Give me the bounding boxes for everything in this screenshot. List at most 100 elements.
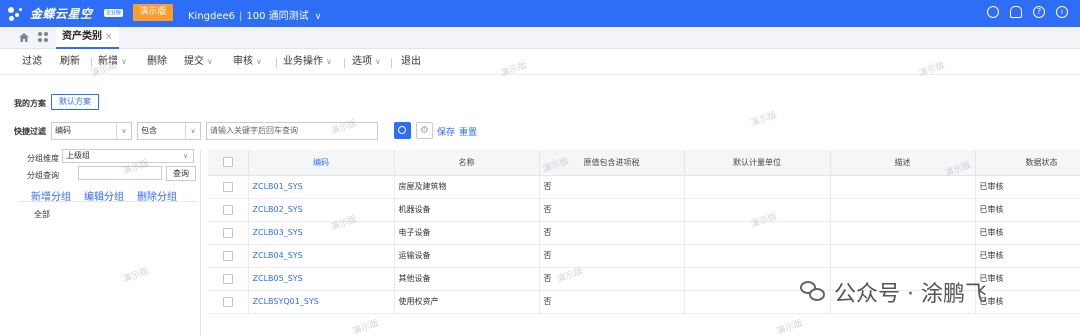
table-header-row: 编码 名称 原值包含进项税 默认计量单位 描述 数据状态 — [208, 150, 1080, 176]
cell-name: 运输设备 — [394, 244, 540, 268]
org-name: 100 通同测试 — [246, 11, 309, 22]
group-tree: 全部 — [18, 201, 198, 336]
brand-edition-badge: 企业版 — [104, 9, 124, 17]
row-checkbox[interactable] — [208, 290, 249, 314]
audit-label: 审核 — [233, 56, 253, 67]
cell-status: 已审核 — [975, 198, 1080, 222]
chevron-down-icon: ∨ — [314, 12, 322, 22]
toolbar-divider — [391, 58, 392, 68]
delete-button[interactable]: 删除 — [147, 49, 167, 75]
table-row[interactable]: ZCLB04_SYS 运输设备 否 已审核 — [208, 244, 1080, 268]
business-ops-button[interactable]: 业务操作 ∨ — [283, 49, 332, 75]
chevron-down-icon: ∨ — [185, 123, 200, 139]
column-header-desc[interactable]: 描述 — [830, 150, 976, 176]
cell-unit — [684, 221, 831, 245]
select-all-checkbox[interactable] — [208, 150, 249, 176]
column-header-status[interactable]: 数据状态 — [975, 150, 1080, 176]
cell-status: 已审核 — [975, 290, 1080, 314]
group-dimension-select[interactable]: 上级组 ∨ — [62, 149, 194, 163]
cell-status: 已审核 — [975, 221, 1080, 245]
app-grid-icon[interactable] — [38, 32, 48, 42]
submit-label: 提交 — [184, 56, 204, 67]
toolbar: 过滤 刷新 新增 ∨ 删除 提交 ∨ 审核 ∨ 业务操作 ∨ 选项 ∨ 退出 — [0, 49, 1080, 75]
column-header-tax[interactable]: 原值包含进项税 — [539, 150, 685, 176]
cell-code[interactable]: ZCLB05_SYS — [248, 267, 395, 291]
bell-icon[interactable] — [1010, 6, 1022, 18]
group-query-button[interactable]: 查询 — [166, 166, 196, 181]
row-checkbox[interactable] — [208, 267, 249, 291]
column-header-name[interactable]: 名称 — [394, 150, 540, 176]
cell-desc — [830, 175, 976, 199]
cell-name: 电子设备 — [394, 221, 540, 245]
column-header-code[interactable]: 编码 — [248, 150, 395, 176]
cell-status: 已审核 — [975, 244, 1080, 268]
help-icon[interactable]: ? — [1033, 6, 1045, 18]
org-switcher[interactable]: Kingdee6 | 100 通同测试 ∨ — [188, 7, 321, 22]
tab-label: 资产类别 — [62, 31, 102, 42]
search-button[interactable] — [394, 122, 411, 139]
row-checkbox[interactable] — [208, 198, 249, 222]
table-row[interactable]: ZCLB02_SYS 机器设备 否 已审核 — [208, 198, 1080, 222]
filter-operator-value: 包含 — [141, 126, 157, 135]
search-icon[interactable] — [987, 6, 999, 18]
filter-button[interactable]: 过滤 — [22, 49, 42, 75]
table-row[interactable]: ZCLB03_SYS 电子设备 否 已审核 — [208, 221, 1080, 245]
filter-operator-select[interactable]: 包含 ∨ — [137, 122, 201, 140]
options-button[interactable]: 选项 ∨ — [352, 49, 381, 75]
cell-code[interactable]: ZCLB04_SYS — [248, 244, 395, 268]
tree-node-all[interactable]: 全部 — [34, 209, 50, 220]
group-query-input[interactable] — [78, 166, 162, 180]
cell-name: 使用权资产 — [394, 290, 540, 314]
row-checkbox[interactable] — [208, 175, 249, 199]
cell-tax: 否 — [539, 198, 685, 222]
close-icon[interactable]: × — [105, 32, 113, 42]
tab-asset-category[interactable]: 资产类别 × — [56, 27, 119, 49]
delete-label: 删除 — [147, 56, 167, 67]
checkbox-icon — [222, 250, 233, 261]
tab-strip: 资产类别 × — [0, 27, 1080, 49]
checkbox-icon — [222, 273, 233, 284]
filter-field-value: 编码 — [55, 126, 71, 135]
filter-label: 过滤 — [22, 56, 42, 67]
cell-code[interactable]: ZCLB01_SYS — [248, 175, 395, 199]
cell-tax: 否 — [539, 290, 685, 314]
home-icon[interactable] — [19, 33, 29, 42]
kingdee-logo-icon — [6, 5, 26, 23]
row-checkbox[interactable] — [208, 244, 249, 268]
submit-button[interactable]: 提交 ∨ — [184, 49, 213, 75]
checkbox-icon — [222, 204, 233, 215]
cell-code[interactable]: ZCLB03_SYS — [248, 221, 395, 245]
group-dimension-value: 上级组 — [66, 151, 90, 160]
refresh-button[interactable]: 刷新 — [60, 49, 80, 75]
column-header-unit[interactable]: 默认计量单位 — [684, 150, 831, 176]
chevron-down-icon: ∨ — [256, 57, 262, 66]
audit-button[interactable]: 审核 ∨ — [233, 49, 262, 75]
add-button[interactable]: 新增 ∨ — [98, 49, 127, 75]
chevron-down-icon: ∨ — [121, 57, 127, 66]
wechat-icon — [800, 281, 826, 303]
options-label: 选项 — [352, 56, 372, 67]
quick-search-input[interactable]: 请输入关键字后回车查询 — [206, 122, 378, 140]
cell-code[interactable]: ZCLBSYQ01_SYS — [248, 290, 395, 314]
cell-status: 已审核 — [975, 267, 1080, 291]
group-query-label: 分组查询 — [27, 171, 59, 180]
power-icon[interactable]: ı — [1056, 6, 1068, 18]
exit-button[interactable]: 退出 — [401, 49, 421, 75]
cell-name: 其他设备 — [394, 267, 540, 291]
demo-version-button[interactable]: 演示版 — [133, 4, 173, 21]
refresh-label: 刷新 — [60, 56, 80, 67]
panel-divider[interactable] — [200, 150, 201, 336]
wechat-caption: 公众号 · 涂鹏飞 — [834, 282, 987, 307]
filter-field-select[interactable]: 编码 ∨ — [51, 122, 132, 140]
save-filter-link[interactable]: 保存 — [437, 125, 455, 138]
table-row[interactable]: ZCLB01_SYS 房屋及建筑物 否 已审核 — [208, 175, 1080, 199]
default-scheme-button[interactable]: 默认方案 — [51, 94, 99, 110]
cell-code[interactable]: ZCLB02_SYS — [248, 198, 395, 222]
gear-icon[interactable]: ⚙ — [416, 122, 433, 139]
reset-filter-link[interactable]: 重置 — [459, 125, 477, 138]
cell-unit — [684, 198, 831, 222]
row-checkbox[interactable] — [208, 221, 249, 245]
cell-status: 已审核 — [975, 175, 1080, 199]
cell-tax: 否 — [539, 244, 685, 268]
asset-category-grid: 编码 名称 原值包含进项税 默认计量单位 描述 数据状态 ZCLB01_SYS … — [208, 150, 1080, 336]
